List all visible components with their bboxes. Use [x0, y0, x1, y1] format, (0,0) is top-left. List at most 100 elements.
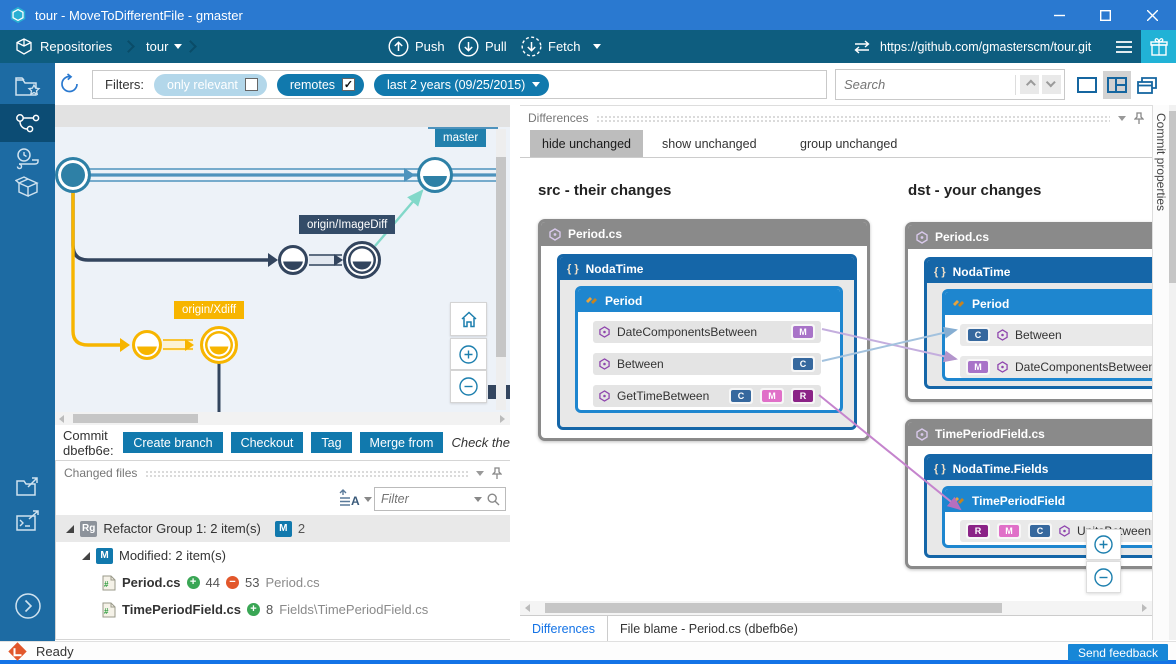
src-file-box[interactable]: Period.cs { } NodaTime Period [538, 219, 870, 441]
dst-class-box[interactable]: Period C Between M DateComponentsBetween [942, 289, 1152, 381]
commit-node-imagediff-tip[interactable] [343, 241, 381, 279]
graph-vertical-scrollbar[interactable] [496, 129, 506, 410]
sidebar-expand-button[interactable] [0, 587, 55, 625]
fetch-dropdown[interactable] [593, 30, 601, 63]
renamed-badge: R [793, 390, 813, 402]
graph-home-button[interactable] [450, 302, 487, 336]
commit-node-xdiff-parent[interactable] [132, 330, 162, 360]
tab-hide-unchanged[interactable]: hide unchanged [530, 130, 643, 157]
chevron-down-icon[interactable] [364, 497, 372, 502]
commit-node-head[interactable] [55, 157, 91, 193]
refactor-group-row[interactable]: Rg Refactor Group 1: 2 item(s) M 2 [56, 515, 510, 542]
file-row-period[interactable]: # Period.cs + 44 − 53 Period.cs [56, 569, 510, 596]
scrollbar-thumb[interactable] [545, 603, 1002, 613]
create-branch-button[interactable]: Create branch [123, 432, 222, 453]
filter-date-range[interactable]: last 2 years (09/25/2015) [374, 74, 549, 96]
graph-horizontal-scrollbar[interactable] [55, 412, 510, 425]
commit-properties-strip: Commit properties [1152, 105, 1176, 640]
sidebar-item-packages[interactable] [0, 168, 55, 206]
semantic-diff-canvas[interactable]: src - their changes dst - your changes P… [520, 158, 1152, 601]
footer-tab-differences[interactable]: Differences [520, 616, 608, 641]
chevron-down-icon[interactable] [1118, 116, 1126, 121]
diff-zoom-in-button[interactable] [1086, 529, 1121, 560]
scrollbar-thumb[interactable] [1169, 111, 1176, 283]
search-next-button[interactable] [1042, 75, 1061, 94]
push-button[interactable]: Push [388, 30, 445, 63]
scroll-left-arrow[interactable] [525, 604, 530, 612]
checkout-button[interactable]: Checkout [231, 432, 304, 453]
dst-namespace-box[interactable]: { } NodaTime Period C B [924, 257, 1152, 389]
refresh-button[interactable] [58, 72, 82, 96]
commit-graph[interactable]: master origin/ImageDiff origin/Xdiff [55, 105, 510, 425]
graph-zoom-in-button[interactable] [450, 338, 487, 370]
sidebar-item-open-terminal[interactable] [0, 503, 55, 541]
src-member-datecomponentsbetween[interactable]: DateComponentsBetween M [593, 321, 821, 343]
checkbox-unchecked[interactable] [245, 78, 258, 91]
pin-icon[interactable] [492, 467, 502, 480]
graph-zoom-out-button[interactable] [450, 370, 487, 403]
fetch-button[interactable]: Fetch [521, 30, 581, 63]
layout-float-button[interactable] [1133, 71, 1161, 99]
file-filter-input[interactable] [375, 492, 474, 506]
minimize-button[interactable] [1036, 0, 1082, 30]
sidebar-item-branch-explorer[interactable] [0, 104, 55, 142]
commit-properties-tab[interactable]: Commit properties [1154, 113, 1168, 211]
window-vertical-scrollbar[interactable] [1169, 105, 1176, 640]
send-feedback-button[interactable]: Send feedback [1068, 644, 1168, 661]
sync-remote-button[interactable] [852, 30, 872, 63]
diff-horizontal-scrollbar[interactable] [520, 601, 1152, 615]
dst-member-unitsbetween[interactable]: R M C UnitsBetween [960, 520, 1152, 542]
dst-member-between[interactable]: C Between [960, 324, 1152, 346]
dst-file-box-period[interactable]: Period.cs { } NodaTime Period [905, 222, 1152, 402]
remote-url[interactable]: https://github.com/gmasterscm/tour.git [880, 30, 1091, 63]
src-member-between[interactable]: Between C [593, 353, 821, 375]
src-class-box[interactable]: Period DateComponentsBetween M Between [575, 286, 843, 413]
repo-selector[interactable]: tour [146, 30, 182, 63]
scrollbar-thumb[interactable] [496, 157, 506, 357]
maximize-button[interactable] [1082, 0, 1128, 30]
window-title: tour - MoveToDifferentFile - gmaster [35, 8, 243, 23]
pin-icon[interactable] [1134, 112, 1144, 125]
branch-tag-master[interactable]: master [435, 129, 486, 147]
chevron-down-icon[interactable] [476, 471, 484, 476]
src-namespace-box[interactable]: { } NodaTime Period DateComponentsBet [557, 254, 857, 430]
scroll-right-arrow[interactable] [1142, 604, 1147, 612]
checkbox-checked[interactable]: ✓ [342, 78, 355, 91]
commit-node-imagediff-parent[interactable] [278, 245, 308, 275]
chevron-down-icon[interactable] [474, 497, 482, 502]
branch-tag-imagediff[interactable]: origin/ImageDiff [299, 215, 395, 234]
sidebar-item-workspace[interactable] [0, 68, 55, 106]
modified-group-row[interactable]: M Modified: 2 item(s) [56, 542, 510, 569]
sidebar-item-open-folder[interactable] [0, 468, 55, 506]
scroll-left-arrow[interactable] [59, 415, 64, 423]
scroll-right-arrow[interactable] [500, 415, 505, 423]
tab-group-unchanged[interactable]: group unchanged [788, 130, 909, 157]
dst-member-datecomponentsbetween[interactable]: M DateComponentsBetween [960, 356, 1152, 378]
footer-tab-file-blame[interactable]: File blame - Period.cs (dbefb6e) [608, 616, 810, 641]
diff-zoom-out-button[interactable] [1086, 561, 1121, 593]
repositories-button[interactable]: Repositories [14, 30, 112, 63]
filter-remotes[interactable]: remotes ✓ [277, 74, 364, 96]
src-member-gettimebetween[interactable]: GetTimeBetween C M R [593, 385, 821, 407]
pull-button[interactable]: Pull [458, 30, 507, 63]
commit-node-master[interactable] [417, 157, 453, 193]
branch-tag-xdiff[interactable]: origin/Xdiff [174, 301, 244, 319]
scrollbar-thumb[interactable] [73, 414, 198, 423]
tag-button[interactable]: Tag [311, 432, 351, 453]
expander-icon[interactable] [66, 525, 74, 533]
whats-new-button[interactable] [1141, 30, 1176, 63]
expander-icon[interactable] [82, 552, 90, 560]
sort-button[interactable]: A [338, 489, 360, 506]
merge-from-button[interactable]: Merge from [360, 432, 444, 453]
menu-button[interactable] [1116, 30, 1132, 63]
tab-show-unchanged[interactable]: show unchanged [650, 130, 769, 157]
commit-node-xdiff-tip[interactable] [200, 326, 238, 364]
layout-split-button[interactable] [1103, 71, 1131, 99]
search-prev-button[interactable] [1020, 75, 1039, 94]
filter-only-relevant[interactable]: only relevant [154, 74, 267, 96]
close-button[interactable] [1128, 0, 1176, 30]
search-input[interactable] [836, 77, 1015, 92]
search-icon[interactable] [487, 493, 500, 506]
layout-single-button[interactable] [1073, 71, 1101, 99]
file-row-timeperiodfield[interactable]: # TimePeriodField.cs + 8 Fields\TimePeri… [56, 596, 510, 623]
